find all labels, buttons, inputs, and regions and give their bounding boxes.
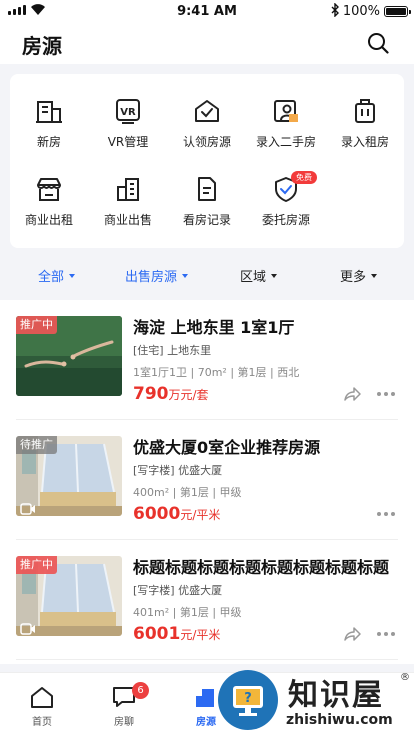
listing-price: 790万元/套	[133, 384, 209, 404]
price-unit: 万元/套	[168, 388, 209, 402]
tab-home-label: 首页	[32, 717, 52, 728]
listing-type: [住宅] 上地东里	[133, 344, 212, 357]
quick-action-new-house[interactable]: 新房	[10, 98, 88, 150]
page-title: 房源	[22, 34, 62, 58]
filter-region-label: 区域	[240, 270, 267, 285]
listing-info: 401m² | 第1层 | 甲级	[133, 606, 242, 619]
filter-more-label: 更多	[340, 270, 367, 285]
listing-card[interactable]: 推广中 海淀 上地东里 1室1厅 [住宅] 上地东里 1室1厅1卫 | 70m²…	[0, 300, 414, 420]
quick-action-commercial-sale[interactable]: 商业出售	[89, 176, 167, 228]
quick-action-label: 商业出售	[103, 213, 152, 227]
quick-action-vr[interactable]: VR VR管理	[89, 98, 167, 150]
registered-mark-icon: ®	[400, 672, 410, 683]
quick-action-label: 商业出租	[24, 213, 73, 227]
bluetooth-icon	[331, 2, 340, 21]
video-icon	[20, 620, 36, 639]
quick-action-viewing-records[interactable]: 看房记录	[168, 176, 246, 228]
quick-action-label: 新房	[36, 135, 61, 149]
listing-type: [写字楼] 优盛大厦	[133, 584, 223, 597]
status-bar: 9:41 AM 100%	[0, 0, 414, 22]
quick-action-label: 认领房源	[182, 135, 231, 149]
quick-action-add-rental[interactable]: 录入租房	[326, 98, 404, 150]
tab-home[interactable]: 首页	[12, 685, 72, 728]
quick-action-entrusted[interactable]: 免费 委托房源	[247, 171, 325, 228]
price-value: 6000	[133, 504, 181, 524]
tab-chat-label: 房聊	[114, 717, 134, 728]
listing-title: 优盛大厦0室企业推荐房源	[133, 438, 321, 457]
free-badge: 免费	[291, 171, 317, 184]
quick-action-label: 看房记录	[182, 213, 231, 227]
share-icon[interactable]	[343, 625, 361, 647]
listing-title: 海淀 上地东里 1室1厅	[133, 318, 295, 337]
watermark-url: zhishiwu.com	[286, 712, 393, 728]
svg-text:VR: VR	[120, 107, 136, 118]
caret-down-icon	[371, 273, 378, 278]
vr-icon: VR	[116, 99, 140, 124]
share-icon[interactable]	[343, 385, 361, 407]
listing-list: 推广中 海淀 上地东里 1室1厅 [住宅] 上地东里 1室1厅1卫 | 70m²…	[0, 300, 414, 664]
rent-box-icon	[355, 99, 375, 123]
caret-down-icon	[271, 273, 278, 278]
price-unit: 元/平米	[180, 628, 221, 642]
listing-info: 1室1厅1卫 | 70m² | 第1层 | 西北	[133, 366, 300, 379]
listing-price: 6000元/平米	[133, 504, 220, 524]
quick-action-commercial-rent[interactable]: 商业出租	[10, 176, 88, 228]
office-building-icon	[117, 178, 139, 201]
caret-down-icon	[69, 273, 76, 278]
promotion-tag: 推广中	[16, 556, 57, 574]
quick-action-label: VR管理	[107, 135, 149, 149]
promotion-tag: 推广中	[16, 316, 57, 334]
battery-percent: 100%	[342, 4, 380, 19]
video-icon	[20, 500, 36, 519]
chat-unread-badge: 6	[132, 682, 149, 699]
quick-action-label: 录入租房	[340, 135, 389, 149]
quick-action-label: 录入二手房	[255, 135, 316, 149]
filter-more[interactable]: 更多	[340, 266, 378, 285]
pending-promotion-tag: 待推广	[16, 436, 57, 454]
caret-down-icon	[182, 273, 189, 278]
page-header: 房源	[0, 22, 414, 64]
filter-sale-label: 出售房源	[125, 270, 178, 285]
listing-info: 400m² | 第1层 | 甲级	[133, 486, 242, 499]
quick-action-add-resale[interactable]: 录入二手房	[247, 98, 325, 150]
listing-card[interactable]: 推广中 标题标题标题标题标题标题标题标题 [写字楼] 优盛大厦 401m² | …	[0, 540, 414, 660]
home-icon	[31, 687, 53, 708]
more-options-icon[interactable]	[377, 632, 395, 636]
filter-all-label: 全部	[38, 270, 65, 285]
tab-chat[interactable]: 6 房聊	[94, 682, 154, 728]
price-unit: 元/平米	[180, 508, 221, 522]
watermark-name: 知识屋	[288, 678, 384, 713]
more-options-icon[interactable]	[377, 512, 395, 516]
watermark: ? 知识屋 ® zhishiwu.com	[216, 668, 414, 736]
filter-bar: 全部 出售房源 区域 更多	[0, 254, 414, 294]
store-icon	[37, 178, 61, 201]
svg-text:?: ?	[244, 691, 252, 706]
price-value: 6001	[133, 624, 181, 644]
listing-title: 标题标题标题标题标题标题标题标题	[133, 558, 390, 577]
quick-action-label: 委托房源	[261, 213, 310, 227]
house-check-icon	[195, 100, 219, 122]
quick-actions-panel: 新房 VR VR管理 认领房源 录入二手房 录入租房 商业出租 商业出售 看房记…	[10, 74, 404, 248]
divider	[16, 659, 398, 660]
more-options-icon[interactable]	[377, 392, 395, 396]
search-icon[interactable]	[366, 31, 390, 55]
battery-icon	[384, 6, 411, 17]
filter-sale[interactable]: 出售房源	[125, 266, 189, 285]
filter-all[interactable]: 全部	[38, 266, 76, 285]
watermark-logo: ?	[218, 670, 278, 730]
filter-region[interactable]: 区域	[240, 266, 278, 285]
listing-price: 6001元/平米	[133, 624, 220, 644]
price-value: 790	[133, 384, 169, 404]
building-icon	[36, 101, 62, 123]
document-icon	[198, 177, 216, 201]
quick-action-claim[interactable]: 认领房源	[168, 98, 246, 150]
listing-card[interactable]: 待推广 优盛大厦0室企业推荐房源 [写字楼] 优盛大厦 400m² | 第1层 …	[0, 420, 414, 540]
person-card-icon	[274, 100, 298, 122]
listing-type: [写字楼] 优盛大厦	[133, 464, 223, 477]
